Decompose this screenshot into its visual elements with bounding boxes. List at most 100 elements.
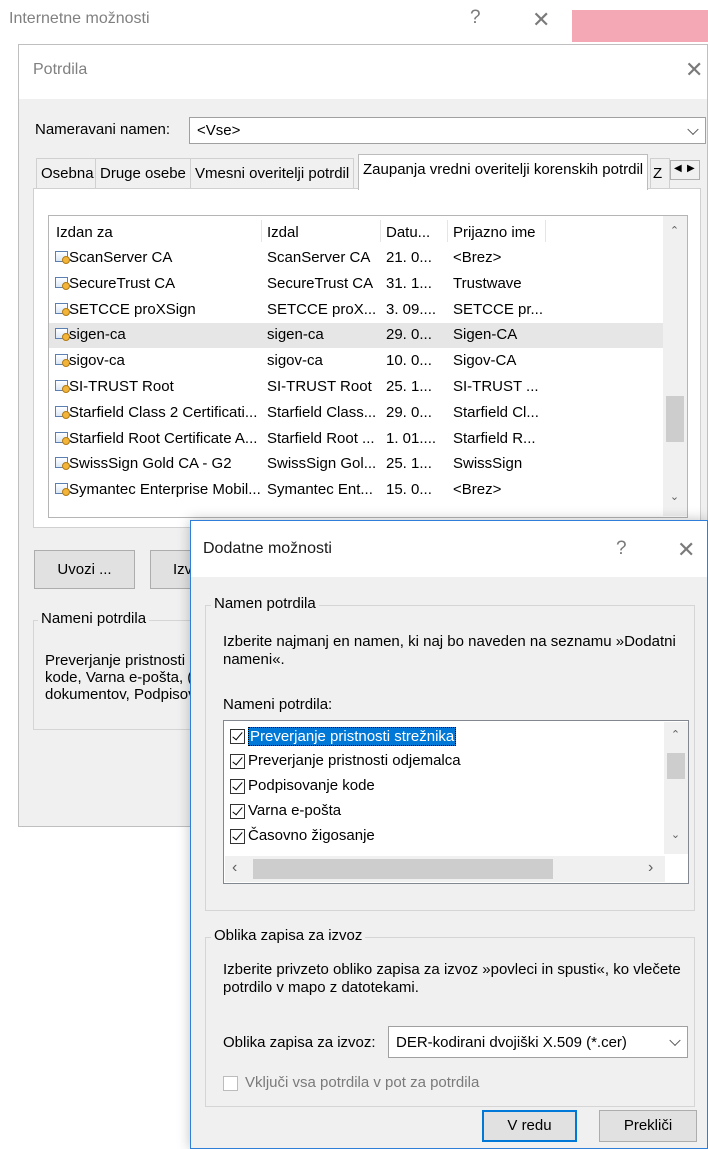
purpose-checkbox[interactable] [230,829,245,844]
column-divider[interactable] [261,220,262,242]
cancel-button[interactable]: Prekliči [599,1110,697,1142]
internet-options-title: Internetne možnosti [9,10,150,27]
cell-issued-by: Starfield Class... [267,403,377,421]
cell-issued-to: sigen-ca [69,326,126,344]
purposes-list-label: Nameni potrdila: [223,696,333,713]
certificates-close-button[interactable]: ✕ [685,59,703,81]
dialog-close-button[interactable]: ✕ [677,539,695,561]
certificate-icon [55,276,70,290]
cell-friendly-name: <Brez> [453,249,502,266]
column-issued-to[interactable]: Izdan za [56,224,113,241]
purposes-line: kode, Varna e-pošta, ( [45,669,193,686]
scroll-down-icon[interactable]: ⌄ [666,490,683,503]
scroll-up-icon[interactable]: ⌃ [667,728,684,741]
cell-issued-to: SecureTrust CA [69,274,176,292]
purposes-line: dokumentov, Podpisov [45,686,196,703]
ok-button[interactable]: V redu [482,1110,577,1142]
certificate-icon [55,431,70,445]
tab-scroll-left-icon[interactable]: ◀ [674,163,682,174]
cell-expiration: 29. 0... [386,326,432,344]
scrollbar-thumb[interactable] [666,396,684,442]
cell-expiration: 25. 1... [386,455,432,473]
column-divider[interactable] [380,220,381,242]
advanced-options-dialog: Dodatne možnosti ? ✕ Namen potrdila Izbe… [190,520,708,1149]
purpose-checkbox[interactable] [230,729,245,744]
certificate-icon [55,251,70,264]
cell-expiration: 31. 1... [386,274,432,292]
table-row[interactable]: sigov-ca sigov-ca 10. 0... Sigov-CA [49,349,663,374]
tab-other-people[interactable]: Druge osebe [95,158,191,188]
certificate-list-scrollbar[interactable]: ⌃ ⌄ [663,216,687,516]
column-divider[interactable] [447,220,448,242]
intended-purpose-select[interactable]: <Vse> [189,117,706,144]
purpose-checkbox[interactable] [230,754,245,769]
scroll-down-icon[interactable]: ⌄ [667,828,684,841]
cell-friendly-name: Starfield Cl... [453,403,539,421]
purpose-item[interactable]: Preverjanje pristnosti strežnika [228,725,658,749]
help-button[interactable]: ? [470,8,481,27]
tab-intermediate-ca[interactable]: Vmesni overitelji potrdil [190,158,355,188]
certificate-icon [55,483,70,497]
certificate-purposes-text: Preverjanje pristnosti kode, Varna e-poš… [45,652,196,703]
certificate-purpose-group-label: Namen potrdila [211,595,319,612]
scroll-left-icon[interactable]: ‹ [232,859,237,877]
cell-friendly-name: <Brez> [453,481,502,499]
column-expiration[interactable]: Datu... [386,224,430,241]
table-row[interactable]: SETCCE proXSign SETCCE proX... 3. 09.... SE… [49,298,663,323]
cell-issued-by: ScanServer CA [267,249,371,266]
purpose-label: Časovno žigosanje [248,827,375,844]
hscrollbar-thumb[interactable] [253,859,553,879]
include-all-checkbox[interactable] [223,1076,238,1091]
tab-scroll-buttons: ◀ ▶ [670,160,700,180]
purpose-label: Podpisovanje kode [248,777,375,794]
close-button[interactable]: ✕ [532,9,550,31]
table-row[interactable]: SwissSign Gold CA - G2 SwissSign Gol... 25… [49,452,663,477]
table-row[interactable]: ScanServer CA ScanServer CA 21. 0... <Brez> [49,246,663,271]
certificate-icon [55,354,70,368]
purposes-vscrollbar[interactable]: ⌃ ⌄ [664,722,688,854]
cell-issued-to: Symantec Enterprise Mobil... [69,481,261,499]
purpose-item[interactable]: Varna e-pošta [228,800,658,824]
table-row[interactable]: Starfield Class 2 Certificati... Starfiel… [49,401,663,426]
tab-trusted-root-ca[interactable]: Zaupanja vredni overitelji korenskih pot… [358,154,649,190]
purpose-label: Varna e-pošta [248,802,342,819]
table-row[interactable]: sigen-ca sigen-ca 29. 0... Sigen-CA [49,323,663,349]
cell-friendly-name: SETCCE pr... [453,300,544,318]
table-row[interactable]: Symantec Enterprise Mobil... Symantec Ent… [49,478,663,503]
purpose-item[interactable]: Preverjanje pristnosti odjemalca [228,750,658,774]
purpose-label: Preverjanje pristnosti strežnika [248,727,457,746]
purpose-checkbox[interactable] [230,804,245,819]
tab-overflow[interactable]: Z [650,158,670,188]
include-all-label: Vključi vsa potrdila v pot za potrdila [245,1074,480,1091]
export-format-value: DER-kodirani dvojiški X.509 (*.cer) [396,1034,627,1051]
scroll-up-icon[interactable]: ⌃ [666,224,683,237]
column-divider[interactable] [545,220,546,242]
column-friendly-name[interactable]: Prijazno ime [453,224,536,241]
import-button[interactable]: Uvozi ... [34,550,135,589]
table-row[interactable]: SecureTrust CA SecureTrust CA 31. 1... Trus… [49,272,663,297]
intended-purpose-value: <Vse> [197,122,241,139]
cell-issued-by: Symantec Ent... [267,481,373,499]
table-row[interactable]: Starfield Root Certificate A... Starfield… [49,427,663,452]
dialog-help-button[interactable]: ? [616,539,627,558]
scroll-right-icon[interactable]: › [648,859,653,877]
scrollbar-thumb[interactable] [667,753,685,779]
purpose-checkbox[interactable] [230,779,245,794]
background-window-strip [572,10,708,42]
advanced-options-title: Dodatne možnosti [203,540,332,557]
purpose-item[interactable]: Podpisovanje kode [228,775,658,799]
export-format-select[interactable]: DER-kodirani dvojiški X.509 (*.cer) [388,1026,688,1058]
purpose-item[interactable]: Časovno žigosanje [228,825,658,849]
column-issued-by[interactable]: Izdal [267,224,299,241]
tab-personal[interactable]: Osebna [36,158,99,188]
cell-issued-by: Starfield Root ... [267,429,375,447]
cell-issued-to: SwissSign Gold CA - G2 [69,455,232,473]
cell-issued-by: sigov-ca [267,352,323,370]
certificate-icon [55,302,70,316]
cell-issued-by: SwissSign Gol... [267,455,377,473]
internet-options-titlebar: Internetne možnosti ? ✕ [0,0,570,44]
table-row[interactable]: SI-TRUST Root SI-TRUST Root 25. 1... SI-TRU… [49,375,663,400]
cell-issued-by: SecureTrust CA [267,274,374,292]
tab-scroll-right-icon[interactable]: ▶ [687,163,695,174]
purposes-hscrollbar[interactable]: ‹ › [225,856,665,882]
